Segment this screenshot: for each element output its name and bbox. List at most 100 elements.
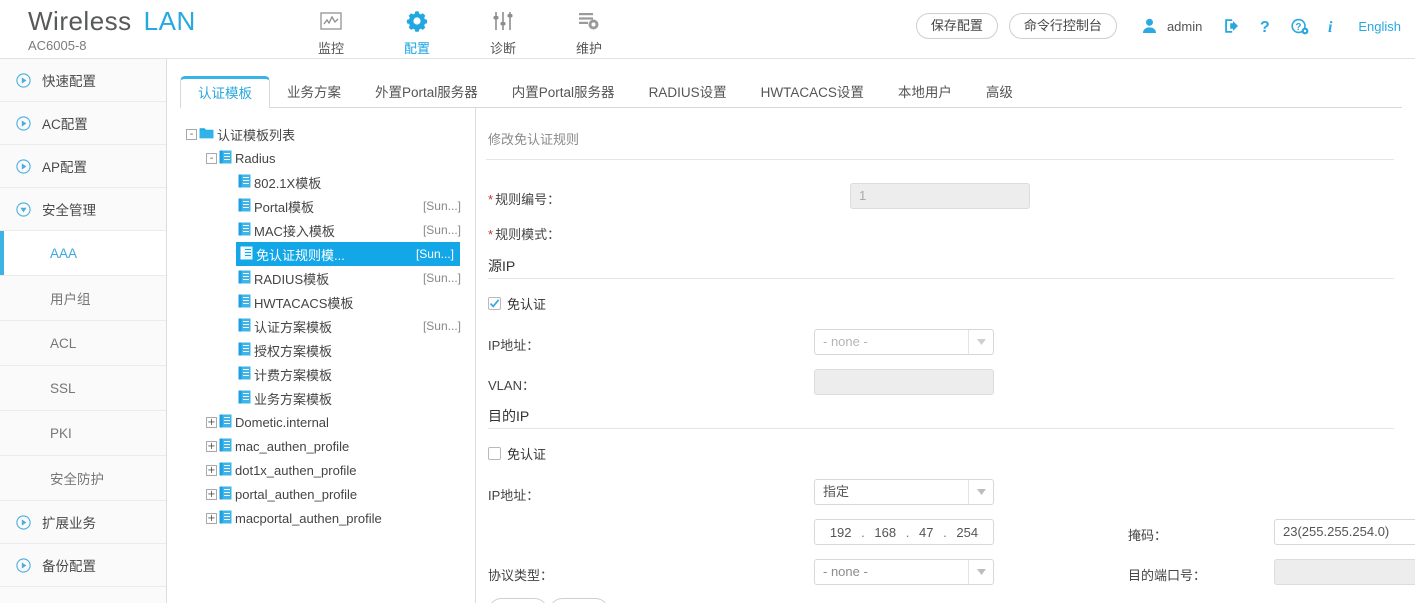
top-nav-config[interactable]: 配置 [374,4,460,57]
protocol-type-select[interactable]: - none - [814,559,994,585]
logout-icon[interactable] [1224,18,1241,34]
source-free-auth-checkbox[interactable] [488,297,501,310]
sidebar-item-security-protection[interactable]: 安全防护 [0,456,166,501]
protocol-type-select-value: - none - [823,564,868,579]
tree-toggle-icon[interactable]: + [206,464,217,476]
tab-internal-portal-server[interactable]: 内置Portal服务器 [495,78,632,108]
tree-toggle-icon[interactable]: + [206,440,217,452]
tree-node-mac-authen-profile[interactable]: + mac_authen_profile [180,434,475,458]
tree-node-free-auth-rule-template[interactable]: 免认证规则模... [Sun...] [236,242,460,266]
chevron-down-icon[interactable] [968,560,993,584]
chevron-down-icon [16,201,31,217]
dest-ip-octet-4[interactable]: 254 [956,525,978,540]
dest-ip-select[interactable]: 指定 [814,479,994,505]
ip-dot-separator: . [861,524,865,540]
sidebar-item-aaa[interactable]: AAA [0,231,166,276]
dest-ip-octet-1[interactable]: 192 [830,525,852,540]
language-switch[interactable]: English [1358,19,1401,34]
dest-ip-label: IP地址： [488,488,540,503]
cli-console-button[interactable]: 命令行控制台 [1008,13,1117,39]
form-actions: 确定 取消 [486,594,1397,603]
tree-node-label: macportal_authen_profile [235,510,382,526]
dest-ip-octet-2[interactable]: 168 [874,525,896,540]
tree-node-portal-template[interactable]: Portal模板 [Sun...] [180,194,475,218]
tab-auth-template[interactable]: 认证模板 [180,76,270,108]
sidebar-item-quick-config[interactable]: 快速配置 [0,59,166,102]
sidebar-item-user-group[interactable]: 用户组 [0,276,166,321]
sidebar-item-ap-config[interactable]: AP配置 [0,145,166,188]
sidebar-item-pki[interactable]: PKI [0,411,166,456]
sidebar-item-backup-config[interactable]: 备份配置 [0,544,166,587]
info-icon[interactable]: i [1328,18,1337,35]
tree-toggle-icon[interactable]: + [206,416,217,428]
tree-toggle-icon[interactable]: - [186,128,197,140]
tab-local-user[interactable]: 本地用户 [881,78,969,108]
tab-service-scheme[interactable]: 业务方案 [270,78,358,108]
tree-node-label: MAC接入模板 [254,223,335,239]
tree-node-label: 免认证规则模... [256,247,345,263]
tree-node-label: 业务方案模板 [254,391,333,407]
tab-hwtacacs-settings[interactable]: HWTACACS设置 [744,78,881,108]
tab-advanced[interactable]: 高级 [969,78,1030,108]
dest-ip-address-input[interactable]: 192 . 168 . 47 . 254 [814,519,994,545]
source-ip-select[interactable]: - none - [814,329,994,355]
source-ip-section-title: 源IP [488,258,516,274]
svg-text:?: ? [1296,22,1302,33]
chevron-right-icon [16,72,31,88]
tree-node-suffix: [Sun...] [422,199,461,213]
tree-node-hwtacacs-template[interactable]: HWTACACS模板 [180,290,475,314]
tree-node-8021x-template[interactable]: 802.1X模板 [180,170,475,194]
top-nav-diagnose[interactable]: 诊断 [460,4,546,57]
tree-node-suffix: [Sun...] [422,223,461,237]
tree-node-service-scheme-template[interactable]: 业务方案模板 [180,386,475,410]
tab-external-portal-server[interactable]: 外置Portal服务器 [358,78,495,108]
tree-toggle-icon[interactable]: + [206,512,217,524]
chevron-down-icon[interactable] [968,330,993,354]
tree-node-radius[interactable]: - Radius [180,146,475,170]
mask-select-value: 23(255.255.254.0) [1283,524,1390,539]
tree-node-portal-authen-profile[interactable]: + portal_authen_profile [180,482,475,506]
tree-toggle-icon[interactable]: + [206,488,217,500]
top-nav-maintenance[interactable]: 维护 [546,4,632,57]
tree-node-dot1x-authen-profile[interactable]: + dot1x_authen_profile [180,458,475,482]
tree-node-accounting-scheme-template[interactable]: 计费方案模板 [180,362,475,386]
form-row-rule-number: * 规则编号： 1 [486,178,1397,218]
tree-node-macportal-authen-profile[interactable]: + macportal_authen_profile [180,506,475,530]
sidebar-item-acl[interactable]: ACL [0,321,166,366]
mask-select[interactable]: 23(255.255.254.0) [1274,519,1415,545]
tree-node-auth-template-list[interactable]: - 认证模板列表 [180,122,475,146]
sidebar-item-ac-config[interactable]: AC配置 [0,102,166,145]
dest-port-input[interactable] [1274,559,1415,585]
tree-toggle-icon[interactable]: - [206,152,217,164]
chevron-down-icon[interactable] [968,480,993,504]
dest-free-auth-checkbox[interactable] [488,447,501,460]
form-row-source-vlan: VLAN： [486,364,1397,404]
tab-radius-settings[interactable]: RADIUS设置 [632,78,744,108]
tree-node-mac-access-template[interactable]: MAC接入模板 [Sun...] [180,218,475,242]
sidebar-item-user-group-label: 用户组 [50,292,91,307]
tree-node-label: dot1x_authen_profile [235,462,357,478]
cancel-button[interactable]: 取消 [549,598,610,603]
save-config-button[interactable]: 保存配置 [915,13,998,39]
top-nav-monitor[interactable]: 监控 [288,4,374,57]
tree-node-suffix: [Sun...] [422,319,461,333]
tree-node-radius-template[interactable]: RADIUS模板 [Sun...] [180,266,475,290]
sidebar-item-acl-label: ACL [50,335,77,351]
tree-node-label: Portal模板 [254,199,314,215]
tree-node-authorization-scheme-template[interactable]: 授权方案模板 [180,338,475,362]
tree-node-auth-scheme-template[interactable]: 认证方案模板 [Sun...] [180,314,475,338]
dest-port-label: 目的端口号： [1128,568,1207,583]
source-vlan-input[interactable] [814,369,994,395]
chevron-right-icon [16,158,31,174]
help-question-icon[interactable]: ? [1260,18,1272,35]
tree-node-dometic-internal[interactable]: + Dometic.internal [180,410,475,434]
sidebar-item-ssl[interactable]: SSL [0,366,166,411]
ok-button[interactable]: 确定 [488,598,549,603]
sidebar-item-security-management[interactable]: 安全管理 [0,188,166,231]
help-gear-icon[interactable]: ? [1291,18,1309,35]
required-mark: * [488,227,494,242]
rule-number-input[interactable]: 1 [850,183,1030,209]
sidebar-item-extended-service[interactable]: 扩展业务 [0,501,166,544]
sidebar-item-ssl-label: SSL [50,380,76,396]
dest-ip-octet-3[interactable]: 47 [919,525,933,540]
